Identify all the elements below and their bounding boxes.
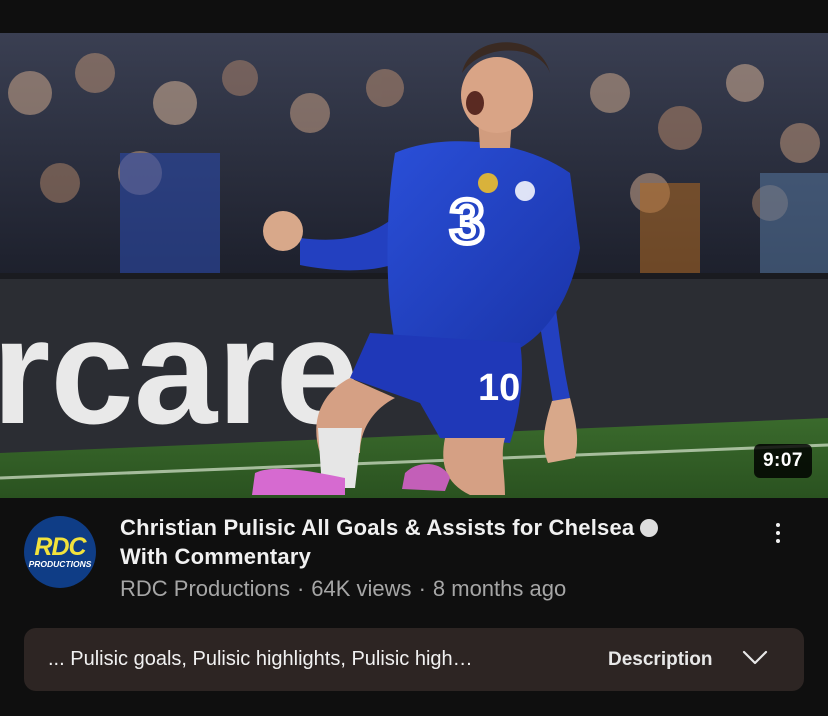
thumbnail-art: rcare 3 10 — [0, 33, 828, 498]
channel-avatar[interactable]: RDC PRODUCTIONS — [24, 516, 96, 588]
video-meta: RDC Productions · 64K views · 8 months ago — [120, 574, 566, 603]
avatar-logo-subtext: PRODUCTIONS — [28, 559, 92, 569]
chevron-down-icon[interactable] — [742, 648, 768, 668]
video-title[interactable]: Christian Pulisic All Goals & Assists fo… — [120, 513, 740, 571]
shirt-number: 10 — [478, 367, 520, 409]
more-vertical-icon[interactable] — [764, 516, 792, 550]
description-bar[interactable]: ... Pulisic goals, Pulisic highlights, P… — [24, 628, 804, 691]
top-bar — [0, 0, 828, 33]
verified-icon — [640, 519, 659, 537]
sponsor-number: 3 — [450, 188, 484, 257]
channel-name[interactable]: RDC Productions — [120, 576, 290, 601]
upload-age: 8 months ago — [432, 576, 567, 601]
description-preview: ... Pulisic goals, Pulisic highlights, P… — [48, 648, 473, 670]
video-title-line1: Christian Pulisic All Goals & Assists fo… — [120, 515, 635, 540]
view-count: 64K views — [311, 576, 412, 601]
board-text: rcare — [0, 287, 359, 455]
video-thumbnail[interactable]: rcare 3 10 9:07 — [0, 33, 828, 498]
video-duration-badge: 9:07 — [753, 444, 812, 478]
description-button[interactable]: Description — [608, 628, 713, 691]
meta-separator: · — [296, 576, 305, 601]
avatar-logo-text: RDC — [34, 533, 86, 561]
meta-separator: · — [418, 576, 426, 601]
video-title-line2: With Commentary — [120, 544, 312, 569]
